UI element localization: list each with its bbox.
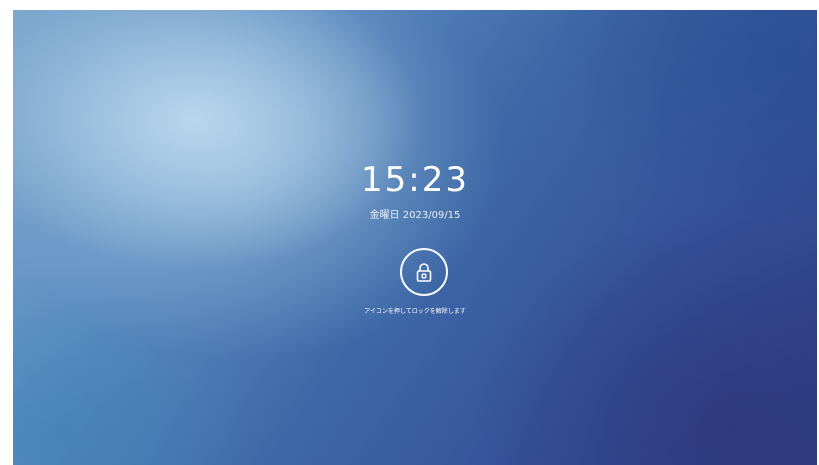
unlock-hint: アイコンを押してロックを解除します	[364, 308, 466, 315]
lock-screen: 15:23 金曜日 2023/09/15 アイコンを押してロックを解除します	[13, 10, 817, 465]
lock-icon	[416, 263, 432, 282]
clock-time: 15:23	[361, 160, 469, 200]
clock-date: 金曜日 2023/09/15	[369, 210, 461, 221]
wallpaper	[13, 10, 817, 465]
unlock-button[interactable]	[400, 248, 448, 296]
